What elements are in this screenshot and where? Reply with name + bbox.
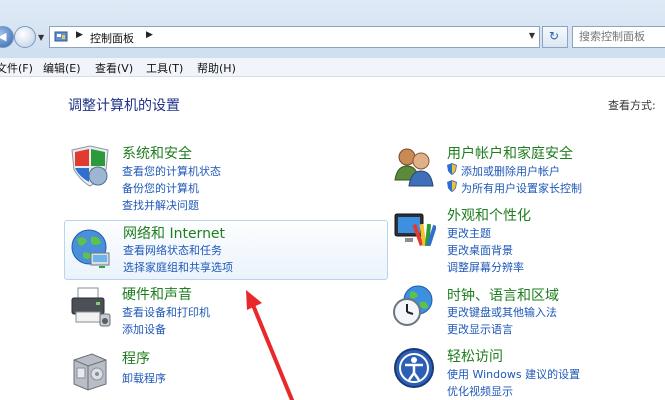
programs-box-icon [73, 353, 107, 391]
link-view-computer-status[interactable]: 查看您的计算机状态 [122, 163, 221, 179]
search-input[interactable] [579, 30, 665, 43]
menu-file[interactable]: 文件(F) [0, 60, 33, 76]
category-ease-of-access: 轻松访问 使用 Windows 建议的设置 优化视频显示 [388, 344, 665, 400]
category-title[interactable]: 系统和安全 [122, 143, 192, 163]
monitor-palette-icon [394, 213, 436, 247]
recent-pages-dropdown-icon[interactable]: ▼ [38, 33, 44, 42]
link-optimize-visual-display[interactable]: 优化视频显示 [447, 383, 513, 399]
link-troubleshoot[interactable]: 查找并解决问题 [122, 197, 199, 213]
breadcrumb-separator-icon[interactable]: ▶ [76, 30, 83, 40]
users-icon [394, 148, 434, 187]
category-user-accounts: 用户帐户和家庭安全 添加或删除用户帐户 为所有用户设置家长控制 [388, 140, 665, 200]
menu-edit[interactable]: 编辑(E) [43, 60, 81, 76]
address-field[interactable]: ▶ 控制面板 ▶ ▼ [49, 26, 540, 48]
view-by-label: 查看方式: [608, 99, 656, 112]
link-add-remove-accounts[interactable]: 添加或删除用户帐户 [461, 163, 560, 179]
back-button[interactable]: ◀ [0, 26, 14, 48]
link-change-input-method[interactable]: 更改键盘或其他输入法 [447, 304, 557, 320]
category-network-internet[interactable]: 网络和 Internet 查看网络状态和任务 选择家庭组和共享选项 [64, 220, 388, 280]
category-clock-language-region: 时钟、语言和区域 更改键盘或其他输入法 更改显示语言 [388, 282, 665, 342]
link-add-device[interactable]: 添加设备 [122, 321, 166, 337]
page-title: 调整计算机的设置 [68, 98, 180, 114]
category-programs: 程序 卸载程序 [64, 346, 388, 400]
menu-tools[interactable]: 工具(T) [146, 60, 183, 76]
link-parental-controls[interactable]: 为所有用户设置家长控制 [461, 180, 582, 196]
link-change-background[interactable]: 更改桌面背景 [447, 242, 513, 258]
link-recommended-settings[interactable]: 使用 Windows 建议的设置 [447, 366, 580, 382]
security-shield-icon [71, 145, 109, 187]
category-title[interactable]: 时钟、语言和区域 [447, 285, 559, 305]
menu-view[interactable]: 查看(V) [95, 60, 133, 76]
control-panel-icon [54, 31, 68, 42]
address-bar: ◀ ▼ ▶ 控制面板 ▶ ▼ ↻ [0, 0, 665, 58]
uac-shield-icon [447, 180, 457, 192]
refresh-button[interactable]: ↻ [542, 26, 568, 48]
forward-button[interactable] [14, 26, 36, 48]
category-title[interactable]: 程序 [122, 348, 150, 368]
category-title[interactable]: 用户帐户和家庭安全 [447, 143, 573, 163]
category-hardware-sound: 硬件和声音 查看设备和打印机 添加设备 [64, 282, 388, 342]
address-dropdown-icon[interactable]: ▼ [529, 31, 535, 40]
category-system-security: 系统和安全 查看您的计算机状态 备份您的计算机 查找并解决问题 [64, 140, 388, 216]
search-box[interactable] [572, 26, 665, 48]
link-devices-printers[interactable]: 查看设备和打印机 [122, 304, 210, 320]
category-title[interactable]: 网络和 Internet [123, 223, 225, 243]
menu-bar: 文件(F) 编辑(E) 查看(V) 工具(T) 帮助(H) [0, 58, 665, 77]
arrow-left-icon: ◀ [0, 30, 7, 43]
printer-icon [71, 287, 111, 327]
link-backup-computer[interactable]: 备份您的计算机 [122, 180, 199, 196]
link-network-status[interactable]: 查看网络状态和任务 [123, 242, 222, 258]
link-uninstall-program[interactable]: 卸载程序 [122, 370, 166, 386]
ease-of-access-icon [394, 348, 434, 388]
uac-shield-icon [447, 163, 457, 175]
category-appearance: 外观和个性化 更改主题 更改桌面背景 调整屏幕分辨率 [388, 202, 665, 278]
network-globe-icon [71, 229, 110, 268]
clock-globe-icon [393, 285, 433, 326]
link-change-theme[interactable]: 更改主题 [447, 225, 491, 241]
link-screen-resolution[interactable]: 调整屏幕分辨率 [447, 259, 524, 275]
category-title[interactable]: 硬件和声音 [122, 284, 192, 304]
link-homegroup-sharing[interactable]: 选择家庭组和共享选项 [123, 259, 233, 275]
category-title[interactable]: 外观和个性化 [447, 205, 531, 225]
refresh-icon: ↻ [549, 29, 560, 43]
category-title[interactable]: 轻松访问 [447, 346, 503, 366]
breadcrumb-chevron-icon[interactable]: ▶ [146, 30, 153, 40]
link-change-display-language[interactable]: 更改显示语言 [447, 321, 513, 337]
breadcrumb-control-panel[interactable]: 控制面板 [90, 30, 134, 46]
menu-help[interactable]: 帮助(H) [197, 60, 236, 76]
